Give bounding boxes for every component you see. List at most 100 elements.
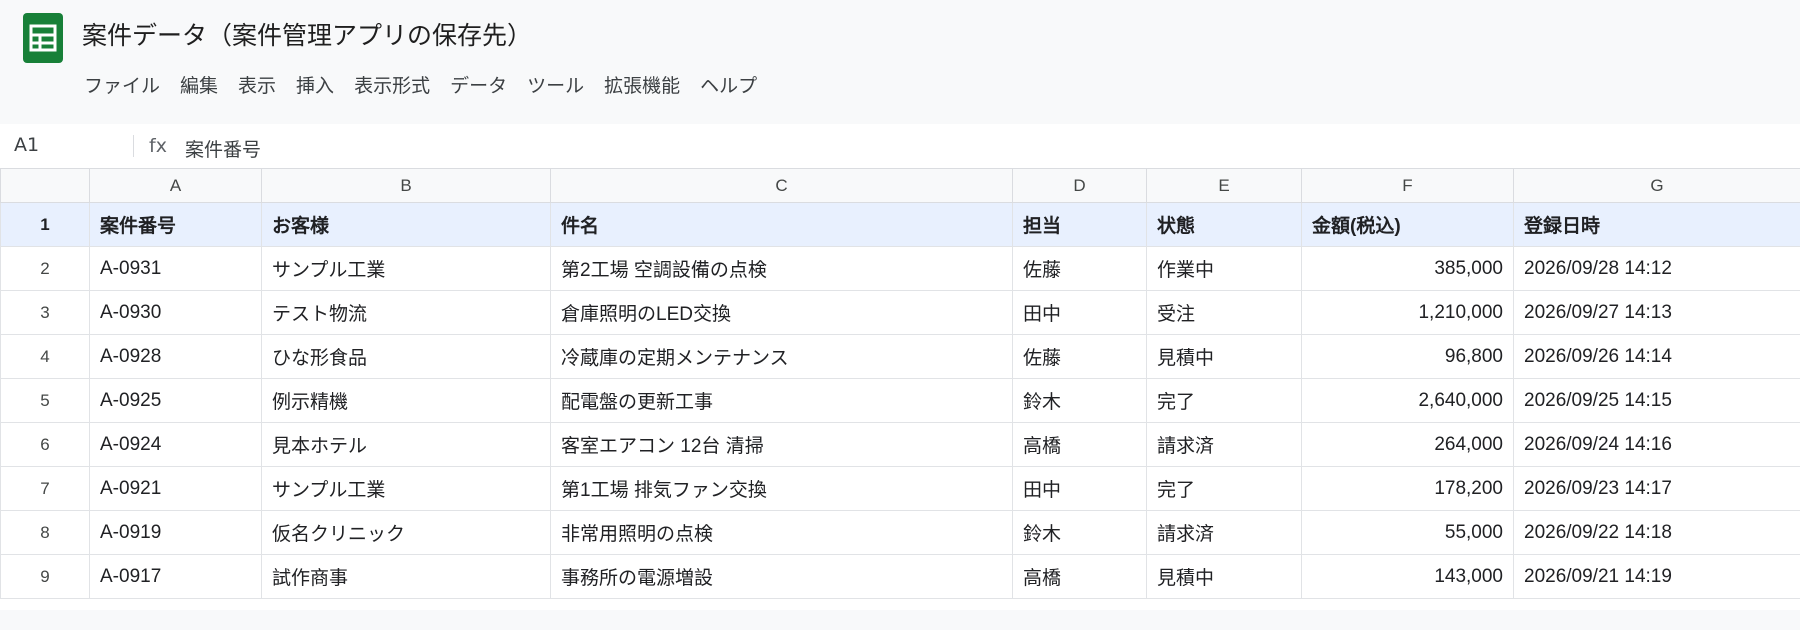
document-title[interactable]: 案件データ（案件管理アプリの保存先）	[82, 18, 532, 54]
header-cell-customer[interactable]: お客様	[261, 202, 551, 247]
row-number[interactable]: 7	[0, 466, 90, 511]
menu-extensions[interactable]: 拡張機能	[600, 72, 684, 100]
cell-subject[interactable]: 配電盤の更新工事	[550, 378, 1013, 423]
column-header-g[interactable]: G	[1513, 168, 1800, 203]
row-number[interactable]: 6	[0, 422, 90, 467]
cell-amount[interactable]: 264,000	[1301, 422, 1514, 467]
row-number[interactable]: 4	[0, 334, 90, 379]
cell-customer[interactable]: サンプル工業	[261, 466, 551, 511]
cell-case-number[interactable]: A-0930	[89, 290, 262, 335]
cell-amount[interactable]: 1,210,000	[1301, 290, 1514, 335]
cell-subject[interactable]: 第1工場 排気ファン交換	[550, 466, 1013, 511]
header-cell-assignee[interactable]: 担当	[1012, 202, 1147, 247]
cell-registered-at[interactable]: 2026/09/27 14:13	[1513, 290, 1800, 335]
row-number[interactable]: 5	[0, 378, 90, 423]
cell-customer[interactable]: テスト物流	[261, 290, 551, 335]
cell-assignee[interactable]: 鈴木	[1012, 378, 1147, 423]
column-header-c[interactable]: C	[550, 168, 1013, 203]
row-number[interactable]: 1	[0, 202, 90, 247]
cell-amount[interactable]: 96,800	[1301, 334, 1514, 379]
cell-amount[interactable]: 385,000	[1301, 246, 1514, 291]
cell-assignee[interactable]: 田中	[1012, 466, 1147, 511]
sheet-table: A B C D E F G 1 案件番号 お客様 件名 担当 状態 金額(税込)…	[0, 168, 1800, 599]
cell-amount[interactable]: 178,200	[1301, 466, 1514, 511]
cell-case-number[interactable]: A-0931	[89, 246, 262, 291]
name-box[interactable]: A1	[14, 134, 124, 156]
row-number[interactable]: 3	[0, 290, 90, 335]
cell-case-number[interactable]: A-0919	[89, 510, 262, 555]
column-header-f[interactable]: F	[1301, 168, 1514, 203]
cell-customer[interactable]: ひな形食品	[261, 334, 551, 379]
cell-subject[interactable]: 冷蔵庫の定期メンテナンス	[550, 334, 1013, 379]
table-row: 4 A-0928 ひな形食品 冷蔵庫の定期メンテナンス 佐藤 見積中 96,800 2026/…	[0, 334, 1800, 379]
header-cell-registered-at[interactable]: 登録日時	[1513, 202, 1800, 247]
cell-registered-at[interactable]: 2026/09/24 14:16	[1513, 422, 1800, 467]
cell-case-number[interactable]: A-0925	[89, 378, 262, 423]
cell-subject[interactable]: 倉庫照明のLED交換	[550, 290, 1013, 335]
formula-input[interactable]: 案件番号	[185, 135, 261, 162]
cell-amount[interactable]: 55,000	[1301, 510, 1514, 555]
menu-bar: ファイル 編集 表示 挿入 表示形式 データ ツール 拡張機能 ヘルプ	[80, 72, 773, 100]
column-header-a[interactable]: A	[89, 168, 262, 203]
cell-status[interactable]: 完了	[1146, 466, 1302, 511]
cell-assignee[interactable]: 高橋	[1012, 554, 1147, 599]
row-number[interactable]: 9	[0, 554, 90, 599]
cell-assignee[interactable]: 佐藤	[1012, 246, 1147, 291]
cell-status[interactable]: 作業中	[1146, 246, 1302, 291]
cell-status[interactable]: 完了	[1146, 378, 1302, 423]
cell-registered-at[interactable]: 2026/09/21 14:19	[1513, 554, 1800, 599]
cell-registered-at[interactable]: 2026/09/22 14:18	[1513, 510, 1800, 555]
menu-edit[interactable]: 編集	[176, 72, 222, 100]
cell-customer[interactable]: 試作商事	[261, 554, 551, 599]
table-row: 5 A-0925 例示精機 配電盤の更新工事 鈴木 完了 2,640,000 2026/09/…	[0, 378, 1800, 423]
sheets-icon[interactable]	[23, 13, 63, 63]
cell-status[interactable]: 請求済	[1146, 422, 1302, 467]
cell-status[interactable]: 請求済	[1146, 510, 1302, 555]
header-cell-case-number[interactable]: 案件番号	[89, 202, 262, 247]
column-header-b[interactable]: B	[261, 168, 551, 203]
cell-case-number[interactable]: A-0924	[89, 422, 262, 467]
cell-amount[interactable]: 2,640,000	[1301, 378, 1514, 423]
cell-registered-at[interactable]: 2026/09/23 14:17	[1513, 466, 1800, 511]
cell-case-number[interactable]: A-0917	[89, 554, 262, 599]
cell-registered-at[interactable]: 2026/09/26 14:14	[1513, 334, 1800, 379]
header-cell-subject[interactable]: 件名	[550, 202, 1013, 247]
cell-subject[interactable]: 第2工場 空調設備の点検	[550, 246, 1013, 291]
cell-customer[interactable]: 例示精機	[261, 378, 551, 423]
cell-assignee[interactable]: 佐藤	[1012, 334, 1147, 379]
cell-customer[interactable]: 見本ホテル	[261, 422, 551, 467]
cell-subject[interactable]: 事務所の電源増設	[550, 554, 1013, 599]
cell-assignee[interactable]: 田中	[1012, 290, 1147, 335]
cell-assignee[interactable]: 高橋	[1012, 422, 1147, 467]
fx-icon: fx	[149, 135, 167, 157]
select-all-corner[interactable]	[0, 168, 90, 203]
cell-customer[interactable]: 仮名クリニック	[261, 510, 551, 555]
cell-assignee[interactable]: 鈴木	[1012, 510, 1147, 555]
header-cell-amount[interactable]: 金額(税込)	[1301, 202, 1514, 247]
column-header-e[interactable]: E	[1146, 168, 1302, 203]
cell-amount[interactable]: 143,000	[1301, 554, 1514, 599]
cell-status[interactable]: 見積中	[1146, 554, 1302, 599]
column-header-d[interactable]: D	[1012, 168, 1147, 203]
table-header-row: 1 案件番号 お客様 件名 担当 状態 金額(税込) 登録日時	[0, 202, 1800, 247]
table-row: 2 A-0931 サンプル工業 第2工場 空調設備の点検 佐藤 作業中 385,000 202…	[0, 246, 1800, 291]
cell-registered-at[interactable]: 2026/09/28 14:12	[1513, 246, 1800, 291]
menu-help[interactable]: ヘルプ	[696, 72, 761, 100]
header-cell-status[interactable]: 状態	[1146, 202, 1302, 247]
menu-file[interactable]: ファイル	[80, 72, 164, 100]
menu-tools[interactable]: ツール	[523, 72, 588, 100]
menu-format[interactable]: 表示形式	[350, 72, 434, 100]
cell-customer[interactable]: サンプル工業	[261, 246, 551, 291]
cell-registered-at[interactable]: 2026/09/25 14:15	[1513, 378, 1800, 423]
menu-view[interactable]: 表示	[234, 72, 280, 100]
cell-subject[interactable]: 非常用照明の点検	[550, 510, 1013, 555]
menu-insert[interactable]: 挿入	[292, 72, 338, 100]
cell-status[interactable]: 受注	[1146, 290, 1302, 335]
cell-case-number[interactable]: A-0921	[89, 466, 262, 511]
row-number[interactable]: 8	[0, 510, 90, 555]
row-number[interactable]: 2	[0, 246, 90, 291]
cell-status[interactable]: 見積中	[1146, 334, 1302, 379]
cell-subject[interactable]: 客室エアコン 12台 清掃	[550, 422, 1013, 467]
cell-case-number[interactable]: A-0928	[89, 334, 262, 379]
menu-data[interactable]: データ	[446, 72, 511, 100]
